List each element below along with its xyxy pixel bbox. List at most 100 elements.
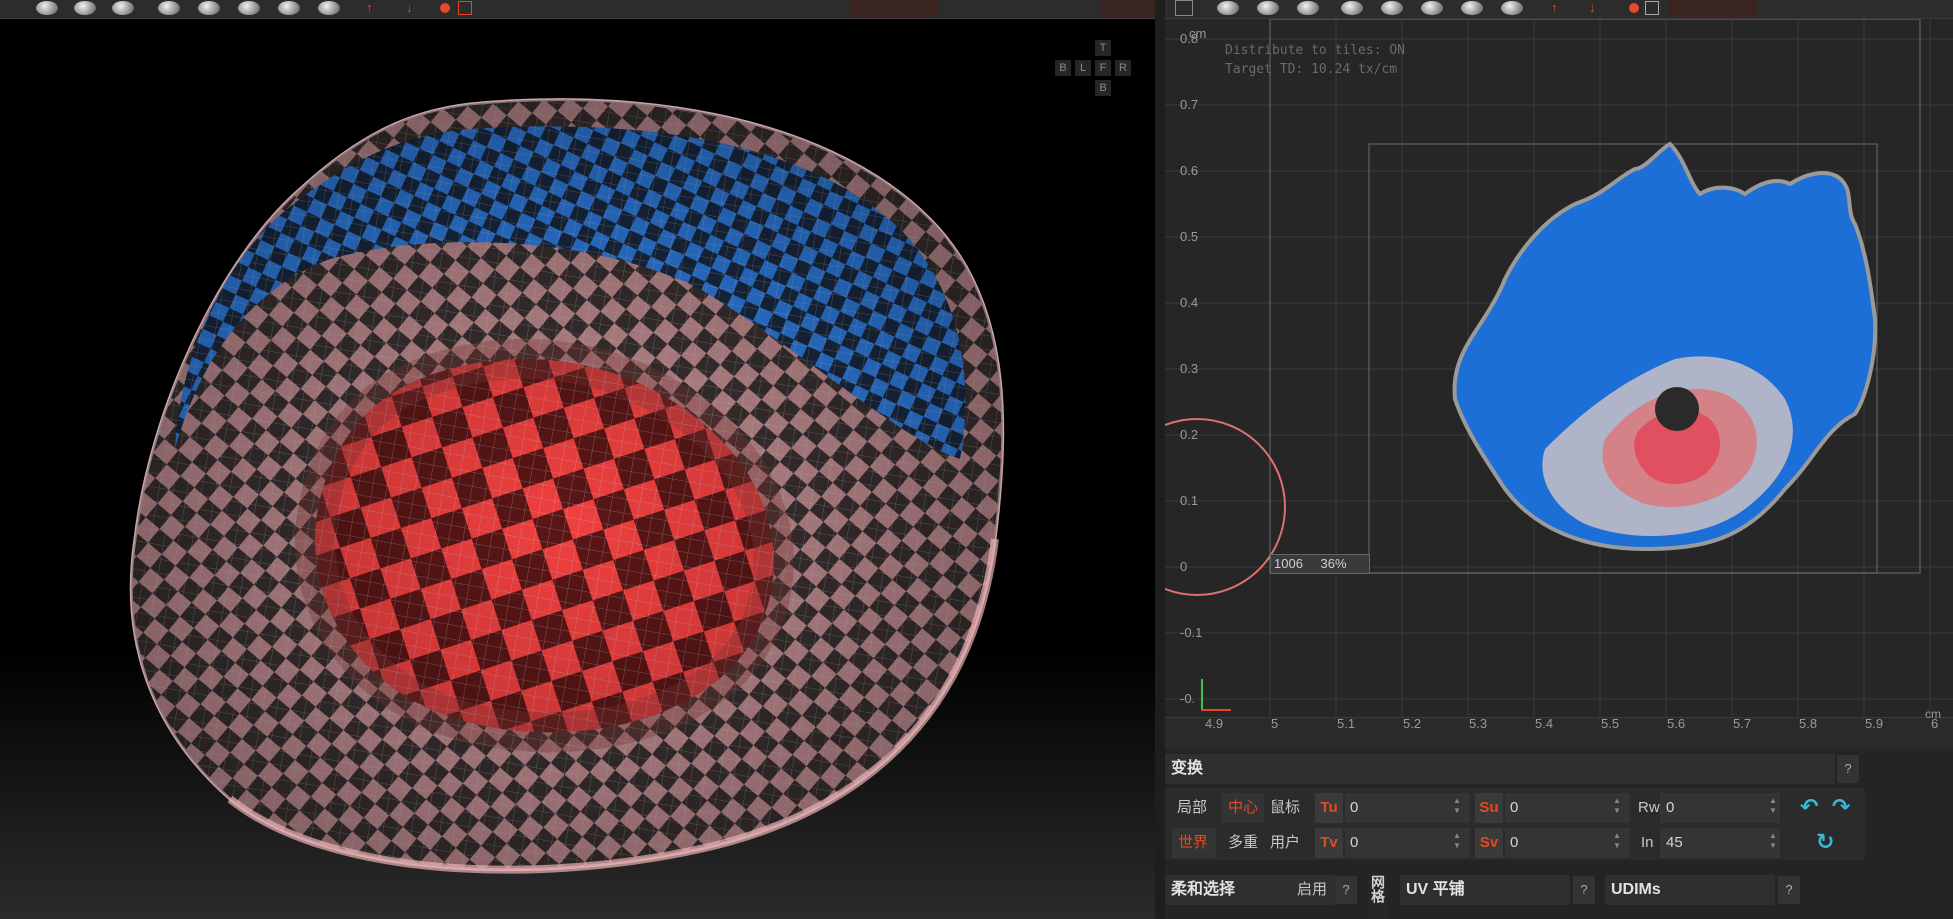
y-tick: 0.1 bbox=[1180, 493, 1199, 508]
arrow-up-icon[interactable]: ↑ bbox=[1551, 0, 1558, 15]
info-target-td: Target TD: 10.24 tx/cm bbox=[1225, 62, 1398, 77]
uv-toolbar: ↑ ↓ bbox=[1165, 0, 1953, 19]
arrow-down-icon[interactable]: ↓ bbox=[1589, 0, 1596, 15]
soft-select-enable-button[interactable]: 启用 bbox=[1293, 875, 1335, 905]
dot-icon[interactable] bbox=[1629, 3, 1639, 13]
axis-gizmo-icon bbox=[1201, 679, 1203, 709]
tile-number: 1006 bbox=[1274, 556, 1303, 571]
x-tick: 4.9 bbox=[1205, 716, 1224, 731]
tu-label: Tu bbox=[1315, 793, 1343, 823]
toolbar-field[interactable] bbox=[1669, 0, 1757, 17]
y-tick: 0.4 bbox=[1180, 295, 1199, 310]
flat-ball-icon[interactable] bbox=[1341, 1, 1363, 15]
dot-icon[interactable] bbox=[440, 3, 450, 13]
x-tick: 5.7 bbox=[1733, 716, 1752, 731]
toolbar-field[interactable] bbox=[850, 0, 938, 17]
side-tab-mesh[interactable]: 网格 bbox=[1368, 875, 1388, 919]
grid-icon[interactable] bbox=[1645, 1, 1659, 15]
wireframe-ball-icon[interactable] bbox=[1257, 1, 1279, 15]
local-button[interactable]: 局部 bbox=[1177, 793, 1207, 823]
uv-tile-help-button[interactable]: ? bbox=[1573, 876, 1595, 904]
shading-ball-icon[interactable] bbox=[36, 1, 58, 15]
texture-ball-icon[interactable] bbox=[1421, 1, 1443, 15]
su-spinner[interactable]: ▲ ▼ bbox=[1612, 796, 1622, 826]
grid-icon[interactable] bbox=[458, 1, 472, 15]
sv-value: 0 bbox=[1510, 834, 1519, 851]
x-ruler bbox=[1165, 717, 1953, 749]
uv-tile-title: UV 平铺 bbox=[1400, 875, 1570, 905]
flat-ball-icon[interactable] bbox=[158, 1, 180, 15]
enable-label: 启用 bbox=[1297, 881, 1328, 898]
x-tick: 5.5 bbox=[1601, 716, 1620, 731]
su-label: Su bbox=[1475, 793, 1503, 823]
viewport-toolbar: ↑ ↓ bbox=[0, 0, 1156, 19]
x-tick: 5.3 bbox=[1469, 716, 1488, 731]
toolbar-field-right[interactable] bbox=[1102, 0, 1156, 17]
info-distribute: Distribute to tiles: ON bbox=[1225, 43, 1406, 58]
material-ball-icon[interactable] bbox=[278, 1, 300, 15]
tv-spinner[interactable]: ▲ ▼ bbox=[1452, 831, 1462, 861]
center-label: 中心 bbox=[1228, 799, 1259, 816]
view-top-button[interactable]: T bbox=[1095, 40, 1111, 56]
tv-label: Tv bbox=[1315, 828, 1343, 858]
pane-divider[interactable] bbox=[1155, 0, 1165, 919]
in-value: 45 bbox=[1666, 834, 1683, 851]
view-right-button[interactable]: R bbox=[1115, 60, 1131, 76]
wireframe-ball-icon[interactable] bbox=[74, 1, 96, 15]
udims-help-button[interactable]: ? bbox=[1778, 876, 1800, 904]
x-tick: 5.8 bbox=[1799, 716, 1818, 731]
rw-field[interactable] bbox=[1660, 793, 1780, 823]
rotate-cw-icon[interactable]: ↷ bbox=[1832, 794, 1850, 820]
x-tick: 5.6 bbox=[1667, 716, 1686, 731]
x-tick: 5.4 bbox=[1535, 716, 1554, 731]
checker-ball-icon[interactable] bbox=[1381, 1, 1403, 15]
x-tick: 5.9 bbox=[1865, 716, 1884, 731]
reset-rotate-icon[interactable]: ↻ bbox=[1816, 829, 1834, 855]
material-ball-icon[interactable] bbox=[1461, 1, 1483, 15]
lit-ball-icon[interactable] bbox=[318, 1, 340, 15]
view-left-button[interactable]: L bbox=[1075, 60, 1091, 76]
arrow-up-icon[interactable]: ↑ bbox=[366, 0, 373, 15]
in-spinner[interactable]: ▲ ▼ bbox=[1768, 831, 1778, 861]
uv-editor-canvas[interactable]: cm Distribute to tiles: ON Target TD: 10… bbox=[1165, 19, 1953, 749]
rotate-ccw-icon[interactable]: ↶ bbox=[1800, 794, 1818, 820]
texture-ball-icon[interactable] bbox=[238, 1, 260, 15]
frame-icon[interactable] bbox=[1175, 0, 1193, 16]
view-bottom-button[interactable]: B bbox=[1095, 80, 1111, 96]
view-back-button[interactable]: B bbox=[1055, 60, 1071, 76]
view-front-button[interactable]: F bbox=[1095, 60, 1111, 76]
tu-spinner[interactable]: ▲ ▼ bbox=[1452, 796, 1462, 826]
axis-gizmo-x bbox=[1201, 709, 1231, 711]
transform-help-button[interactable]: ? bbox=[1837, 755, 1859, 783]
udims-title: UDIMs bbox=[1605, 875, 1775, 905]
y-tick: 0.5 bbox=[1180, 229, 1199, 244]
user-button[interactable]: 用户 bbox=[1270, 828, 1300, 858]
y-tick: 0.6 bbox=[1180, 163, 1199, 178]
y-tick: 0.3 bbox=[1180, 361, 1199, 376]
in-label: In bbox=[1641, 834, 1654, 851]
soft-select-help-button[interactable]: ? bbox=[1335, 876, 1357, 904]
center-button[interactable]: 中心 bbox=[1222, 793, 1264, 823]
mouse-button[interactable]: 鼠标 bbox=[1270, 793, 1300, 823]
rw-spinner[interactable]: ▲ ▼ bbox=[1768, 796, 1778, 826]
checker-ball-icon[interactable] bbox=[198, 1, 220, 15]
tile-percent: 36% bbox=[1320, 556, 1347, 571]
bowl-mesh bbox=[129, 98, 1005, 874]
y-tick: -0.1 bbox=[1180, 625, 1203, 640]
world-button[interactable]: 世界 bbox=[1172, 828, 1216, 858]
shading-ball-icon[interactable] bbox=[1217, 1, 1239, 15]
tv-value: 0 bbox=[1350, 834, 1359, 851]
tile-readout: 1006 36% bbox=[1270, 554, 1370, 574]
3d-viewport[interactable]: T B L F R B bbox=[0, 19, 1155, 919]
world-label: 世界 bbox=[1178, 834, 1209, 851]
smooth-ball-icon[interactable] bbox=[1297, 1, 1319, 15]
arrow-down-icon[interactable]: ↓ bbox=[406, 0, 413, 15]
rw-value: 0 bbox=[1666, 799, 1675, 816]
rw-label: Rw bbox=[1638, 799, 1660, 816]
y-tick: -0. bbox=[1180, 691, 1196, 706]
lit-ball-icon[interactable] bbox=[1501, 1, 1523, 15]
multi-button[interactable]: 多重 bbox=[1228, 828, 1258, 858]
unit-label-right: cm bbox=[1925, 707, 1941, 721]
sv-spinner[interactable]: ▲ ▼ bbox=[1612, 831, 1622, 861]
smooth-ball-icon[interactable] bbox=[112, 1, 134, 15]
